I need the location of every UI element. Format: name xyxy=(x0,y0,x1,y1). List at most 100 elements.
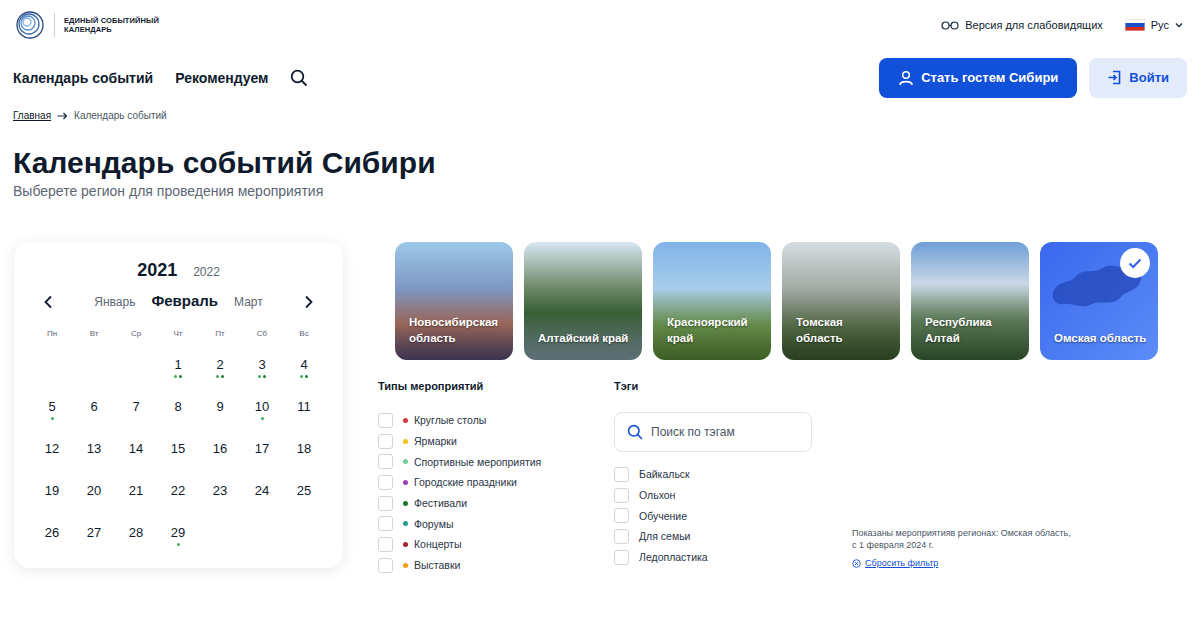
tag-search-field[interactable]: Поиск по тэгам xyxy=(614,412,812,452)
arrow-right-icon xyxy=(57,112,68,120)
type-color-dot xyxy=(403,480,408,485)
day-cell[interactable]: 27 xyxy=(73,512,115,554)
day-cell[interactable]: 21 xyxy=(115,470,157,512)
checkbox[interactable] xyxy=(378,434,393,449)
year-option[interactable]: 2022 xyxy=(193,261,220,283)
weekday-label: Пт xyxy=(199,328,241,340)
day-cell[interactable]: 20 xyxy=(73,470,115,512)
checkbox[interactable] xyxy=(614,508,629,523)
accessibility-link[interactable]: Версия для слабовидящих xyxy=(941,19,1103,31)
event-dot xyxy=(51,417,54,420)
day-cell[interactable]: 11 xyxy=(283,386,325,428)
month-list: Январь Февраль Март xyxy=(94,291,262,312)
checkbox[interactable] xyxy=(378,496,393,511)
region-card[interactable]: Томская область xyxy=(782,242,900,360)
event-type-label: Выставки xyxy=(414,559,460,571)
day-cell[interactable]: 9 xyxy=(199,386,241,428)
checkbox[interactable] xyxy=(614,488,629,503)
event-type-item[interactable]: Форумы xyxy=(378,513,614,534)
checkbox[interactable] xyxy=(378,413,393,428)
region-card[interactable]: Новосибирская область xyxy=(395,242,513,360)
logo-line: ЕДИНЫЙ СОБЫТИЙНЫЙ xyxy=(64,16,159,25)
day-cell[interactable]: 16 xyxy=(199,428,241,470)
day-cell[interactable]: 29 xyxy=(157,512,199,554)
search-icon[interactable] xyxy=(290,69,308,87)
page: ЕДИНЫЙ СОБЫТИЙНЫЙКАЛЕНДАРЬ Версия для сла… xyxy=(0,0,1200,632)
tag-item[interactable]: Ольхон xyxy=(614,485,812,506)
checkbox[interactable] xyxy=(614,550,629,565)
checkbox[interactable] xyxy=(378,558,393,573)
day-cell[interactable]: 5 xyxy=(31,386,73,428)
login-button[interactable]: Войти xyxy=(1089,58,1187,98)
filter-summary: Показаны мероприятияв регионах: Омская о… xyxy=(852,527,1071,569)
day-cell[interactable]: 8 xyxy=(157,386,199,428)
chevron-right-icon[interactable] xyxy=(304,295,314,309)
reset-filter-link[interactable]: Сбросить фильтр xyxy=(852,557,1071,569)
day-cell[interactable]: 2 xyxy=(199,344,241,386)
region-card[interactable]: Алтайский край xyxy=(524,242,642,360)
day-cell[interactable]: 4 xyxy=(283,344,325,386)
region-card[interactable]: Красноярский край xyxy=(653,242,771,360)
day-cell[interactable]: 6 xyxy=(73,386,115,428)
nav-actions: Стать гостем Сибири Войти xyxy=(879,58,1187,98)
day-cell xyxy=(73,344,115,386)
tags: ТэгиПоиск по тэгамБайкальскОльхонОбучени… xyxy=(614,379,812,567)
region-card[interactable]: Омская область xyxy=(1040,242,1158,360)
breadcrumb-item[interactable]: Главная xyxy=(13,109,51,123)
event-type-item[interactable]: Фестивали xyxy=(378,493,614,514)
day-cell[interactable]: 24 xyxy=(241,470,283,512)
checkbox[interactable] xyxy=(378,454,393,469)
month-option[interactable]: Февраль xyxy=(151,291,218,311)
day-cell[interactable]: 7 xyxy=(115,386,157,428)
day-cell[interactable]: 26 xyxy=(31,512,73,554)
event-type-item[interactable]: Ярмарки xyxy=(378,431,614,452)
day-cell[interactable]: 13 xyxy=(73,428,115,470)
accessibility-label: Версия для слабовидящих xyxy=(965,19,1103,31)
event-type-item[interactable]: Спортивные мероприятия xyxy=(378,451,614,472)
event-type-item[interactable]: Концерты xyxy=(378,534,614,555)
day-cell[interactable]: 17 xyxy=(241,428,283,470)
region-card[interactable]: Республика Алтай xyxy=(911,242,1029,360)
day-cell[interactable]: 25 xyxy=(283,470,325,512)
day-number: 9 xyxy=(216,399,223,414)
day-cell[interactable]: 14 xyxy=(115,428,157,470)
language-select[interactable]: Рус xyxy=(1125,19,1183,31)
day-cell[interactable]: 19 xyxy=(31,470,73,512)
logo[interactable]: ЕДИНЫЙ СОБЫТИЙНЫЙКАЛЕНДАРЬ xyxy=(15,10,159,40)
tag-item[interactable]: Ледопластика xyxy=(614,547,812,568)
month-option[interactable]: Январь xyxy=(94,292,135,312)
chevron-left-icon[interactable] xyxy=(43,295,53,309)
day-cell[interactable]: 23 xyxy=(199,470,241,512)
tag-item[interactable]: Обучение xyxy=(614,505,812,526)
top-actions: Версия для слабовидящих Рус xyxy=(941,19,1183,31)
day-number: 4 xyxy=(300,357,307,372)
checkbox[interactable] xyxy=(378,537,393,552)
day-cell[interactable]: 22 xyxy=(157,470,199,512)
checkbox[interactable] xyxy=(614,467,629,482)
day-cell[interactable]: 15 xyxy=(157,428,199,470)
nav-item[interactable]: Календарь событий xyxy=(13,70,153,86)
day-cell[interactable]: 10 xyxy=(241,386,283,428)
year-option[interactable]: 2021 xyxy=(137,259,177,281)
event-dot xyxy=(305,375,308,378)
event-dots xyxy=(51,417,54,420)
type-color-dot xyxy=(403,521,408,526)
event-type-label: Концерты xyxy=(414,538,461,550)
day-cell[interactable]: 18 xyxy=(283,428,325,470)
checkbox[interactable] xyxy=(378,516,393,531)
checkbox[interactable] xyxy=(378,475,393,490)
day-cell[interactable]: 3 xyxy=(241,344,283,386)
event-type-item[interactable]: Городские праздники xyxy=(378,472,614,493)
tag-item[interactable]: Байкальск xyxy=(614,464,812,485)
day-cell[interactable]: 1 xyxy=(157,344,199,386)
tag-label: Ледопластика xyxy=(639,551,708,563)
checkbox[interactable] xyxy=(614,529,629,544)
day-cell[interactable]: 12 xyxy=(31,428,73,470)
nav-item[interactable]: Рекомендуем xyxy=(175,70,268,86)
month-option[interactable]: Март xyxy=(234,292,263,312)
tag-item[interactable]: Для семьи xyxy=(614,526,812,547)
event-type-item[interactable]: Круглые столы xyxy=(378,410,614,431)
event-type-item[interactable]: Выставки xyxy=(378,555,614,576)
become-guest-button[interactable]: Стать гостем Сибири xyxy=(879,58,1077,98)
day-cell[interactable]: 28 xyxy=(115,512,157,554)
